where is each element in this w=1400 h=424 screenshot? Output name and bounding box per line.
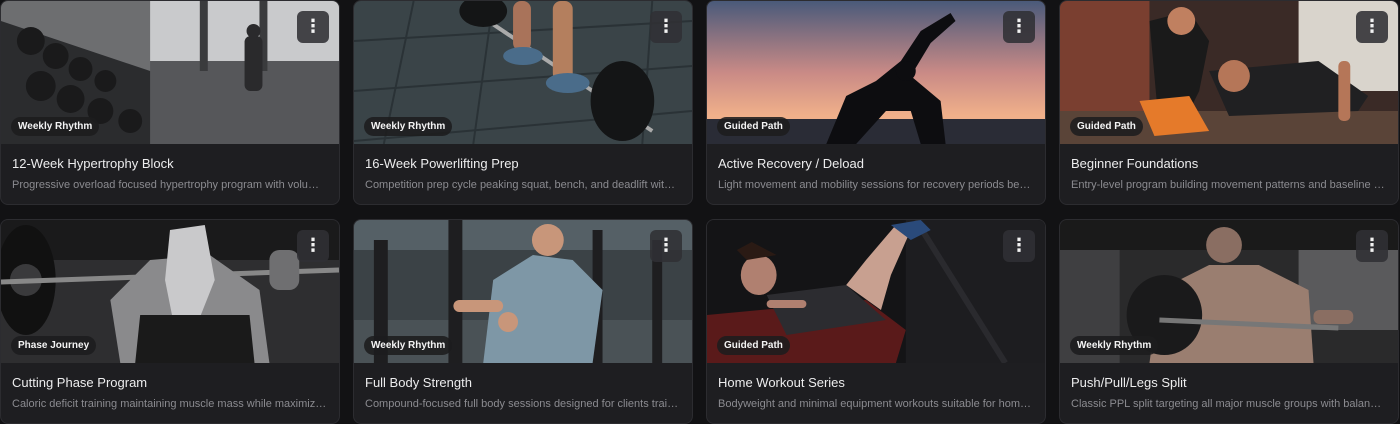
program-thumbnail: ⋮ Phase Journey	[1, 220, 339, 363]
card-menu-button[interactable]: ⋮	[1003, 11, 1035, 43]
program-type-badge: Guided Path	[1070, 117, 1143, 136]
program-thumbnail: ⋮ Guided Path	[707, 220, 1045, 363]
program-title: 12-Week Hypertrophy Block	[12, 156, 174, 171]
card-menu-button[interactable]: ⋮	[297, 230, 329, 262]
program-type-badge: Weekly Rhythm	[11, 117, 100, 136]
more-vertical-icon: ⋮	[657, 16, 675, 37]
card-menu-button[interactable]: ⋮	[650, 11, 682, 43]
card-menu-button[interactable]: ⋮	[1356, 11, 1388, 43]
program-type-badge: Weekly Rhythm	[1070, 336, 1159, 355]
card-menu-button[interactable]: ⋮	[297, 11, 329, 43]
more-vertical-icon: ⋮	[1363, 235, 1381, 256]
program-card[interactable]: ⋮ Weekly Rhythm Full Body Strength Compo…	[353, 219, 693, 424]
program-title: 16-Week Powerlifting Prep	[365, 156, 519, 171]
program-description: Caloric deficit training maintaining mus…	[12, 398, 327, 410]
more-vertical-icon: ⋮	[1363, 16, 1381, 37]
program-title: Beginner Foundations	[1071, 156, 1199, 171]
program-card[interactable]: ⋮ Weekly Rhythm 16-Week Powerlifting Pre…	[353, 0, 693, 205]
program-title: Cutting Phase Program	[12, 375, 148, 390]
program-thumbnail: ⋮ Guided Path	[1060, 1, 1398, 144]
program-grid: ⋮ Weekly Rhythm 12-Week Hypertrophy Bloc…	[0, 0, 1400, 424]
program-description: Bodyweight and minimal equipment workout…	[718, 398, 1033, 410]
program-card[interactable]: ⋮ Weekly Rhythm 12-Week Hypertrophy Bloc…	[0, 0, 340, 205]
card-menu-button[interactable]: ⋮	[1003, 230, 1035, 262]
card-menu-button[interactable]: ⋮	[650, 230, 682, 262]
program-description: Progressive overload focused hypertrophy…	[12, 179, 327, 191]
program-description: Entry-level program building movement pa…	[1071, 179, 1386, 191]
card-menu-button[interactable]: ⋮	[1356, 230, 1388, 262]
program-thumbnail: ⋮ Weekly Rhythm	[354, 220, 692, 363]
program-thumbnail: ⋮ Weekly Rhythm	[1060, 220, 1398, 363]
program-title: Home Workout Series	[718, 375, 845, 390]
program-card[interactable]: ⋮ Phase Journey Cutting Phase Program Ca…	[0, 219, 340, 424]
program-card[interactable]: ⋮ Guided Path Active Recovery / Deload L…	[706, 0, 1046, 205]
program-type-badge: Guided Path	[717, 336, 790, 355]
program-card[interactable]: ⋮ Guided Path Beginner Foundations Entry…	[1059, 0, 1399, 205]
program-title: Full Body Strength	[365, 375, 472, 390]
more-vertical-icon: ⋮	[304, 16, 322, 37]
program-type-badge: Guided Path	[717, 117, 790, 136]
program-description: Light movement and mobility sessions for…	[718, 179, 1033, 191]
program-description: Compound-focused full body sessions desi…	[365, 398, 680, 410]
program-thumbnail: ⋮ Guided Path	[707, 1, 1045, 144]
program-type-badge: Weekly Rhythm	[364, 117, 453, 136]
program-type-badge: Phase Journey	[11, 336, 97, 355]
program-title: Active Recovery / Deload	[718, 156, 864, 171]
program-description: Competition prep cycle peaking squat, be…	[365, 179, 680, 191]
program-card[interactable]: ⋮ Guided Path Home Workout Series Bodywe…	[706, 219, 1046, 424]
program-thumbnail: ⋮ Weekly Rhythm	[354, 1, 692, 144]
program-description: Classic PPL split targeting all major mu…	[1071, 398, 1386, 410]
more-vertical-icon: ⋮	[657, 235, 675, 256]
program-type-badge: Weekly Rhythm	[364, 336, 453, 355]
more-vertical-icon: ⋮	[1010, 235, 1028, 256]
more-vertical-icon: ⋮	[1010, 16, 1028, 37]
program-card[interactable]: ⋮ Weekly Rhythm Push/Pull/Legs Split Cla…	[1059, 219, 1399, 424]
more-vertical-icon: ⋮	[304, 235, 322, 256]
program-title: Push/Pull/Legs Split	[1071, 375, 1187, 390]
program-thumbnail: ⋮ Weekly Rhythm	[1, 1, 339, 144]
